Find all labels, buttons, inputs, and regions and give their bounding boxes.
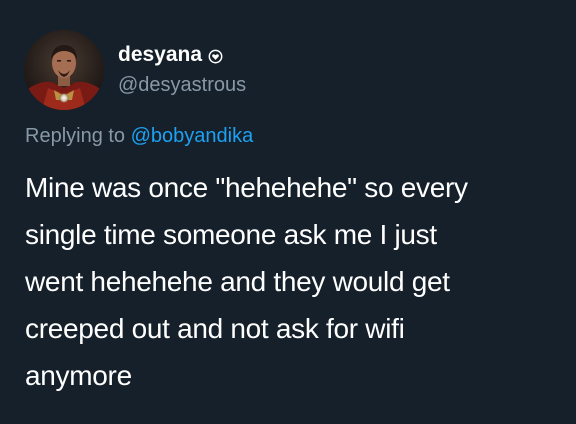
tweet-text-line: single time someone ask me I just <box>25 219 437 250</box>
heart-badge-icon <box>208 49 223 64</box>
tweet-card: desyana @desyastrous Replying to @bobyan… <box>0 0 576 424</box>
user-name-row[interactable]: desyana <box>118 41 223 69</box>
tweet-text-line: creeped out and not ask for wifi <box>25 313 405 344</box>
tweet-text-line: went hehehehe and they would get <box>25 266 450 297</box>
replying-to-line: Replying to @bobyandika <box>25 122 253 150</box>
tweet-text: Mine was once "hehehehe" so every single… <box>25 164 555 399</box>
tweet-text-line: anymore <box>25 360 132 391</box>
user-handle[interactable]: @desyastrous <box>118 72 246 98</box>
display-name[interactable]: desyana <box>118 41 202 69</box>
replying-to-label: Replying to <box>25 125 126 147</box>
avatar[interactable] <box>24 30 104 110</box>
reply-mention-link[interactable]: @bobyandika <box>131 125 254 147</box>
tweet-text-line: Mine was once "hehehehe" so every <box>25 172 468 203</box>
